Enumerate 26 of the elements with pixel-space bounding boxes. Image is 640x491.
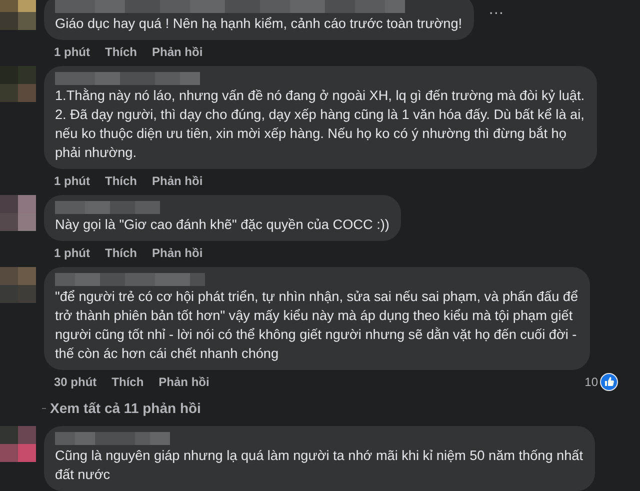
avatar[interactable]	[0, 267, 36, 303]
like-link[interactable]: Thích	[112, 373, 144, 391]
view-replies-link[interactable]: Xem tất cả 11 phản hồi	[50, 398, 201, 419]
more-options-icon[interactable]: …	[488, 2, 504, 18]
comment-time: 1 phút	[54, 173, 90, 190]
reply-link[interactable]: Phản hồi	[152, 244, 203, 262]
comment-text: Giáo dục hay quá ! Nên hạ hạnh kiểm, cảnh cáo trước toàn trường!	[55, 15, 462, 33]
comment-text: 1.Thằng này nó láo, nhưng vấn đề nó đang ở ngoài XH, lq gì đến trường mà đòi kỷ luật. 2. Đã dạy người, thì dạy cho đúng, dạy xếp hàng cũng là 1 văn hóa đấy. Dù bất kể là ai, nếu ko thuộc diện ưu tiên, xin mời xếp hàng. Nếu họ ko có ý nhường thì đừng bắt họ phải nhường.	[55, 87, 585, 162]
reply-link[interactable]: Phản hồi	[158, 373, 210, 391]
comment-time: 1 phút	[54, 44, 90, 61]
comment-time: 1 phút	[54, 245, 90, 262]
avatar[interactable]	[0, 195, 36, 231]
avatar[interactable]	[0, 426, 36, 462]
like-link[interactable]: Thích	[105, 43, 137, 61]
like-link[interactable]: Thích	[105, 172, 137, 190]
thumbs-up-icon	[600, 373, 618, 391]
reply-link[interactable]: Phản hồi	[152, 172, 203, 190]
like-count: 10	[584, 374, 598, 391]
comment-text: "để người trẻ có cơ hội phát triển, tự nhìn nhận, sửa sai nếu sai phạm, và phấn đấu để trở thành phiên bản tốt hơn" vậy mấy kiểu này mà áp dụng theo kiểu mà tội phạm giết người cũng tốt nhỉ - lời nói có thể không giết người nhưng sẽ dằn vặt họ đến cuối đời - thế còn ác hơn cái chết nhanh chóng	[55, 288, 578, 363]
avatar[interactable]	[0, 66, 36, 102]
reply-link[interactable]: Phản hồi	[152, 43, 203, 61]
comment-time: 30 phút	[54, 374, 97, 391]
like-link[interactable]: Thích	[105, 244, 137, 262]
avatar[interactable]	[0, 0, 36, 30]
comment-text: Này gọi là "Giơ cao đánh khẽ" đặc quyền của COCC :))	[55, 216, 390, 234]
comment-text: Cũng là nguyên giáp nhưng lạ quá làm người ta nhớ mãi khi kỉ niệm 50 năm thống nhất đất nước	[55, 447, 583, 484]
